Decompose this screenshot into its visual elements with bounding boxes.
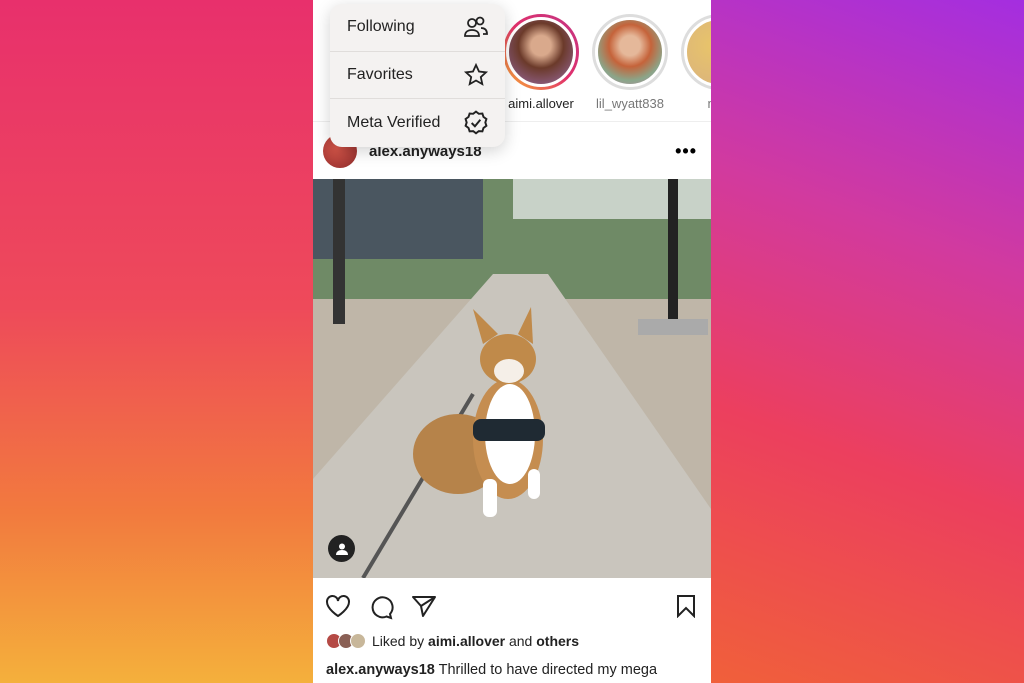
dog-photo-illustration bbox=[313, 179, 711, 578]
verified-badge-icon bbox=[464, 110, 488, 135]
star-icon bbox=[463, 62, 489, 86]
menu-item-following[interactable]: Following bbox=[330, 4, 505, 52]
like-heart-icon[interactable] bbox=[325, 594, 351, 618]
save-bookmark-icon[interactable] bbox=[675, 594, 697, 618]
feed-filter-menu: Following Favorites Meta Verified bbox=[330, 4, 505, 147]
avatar bbox=[684, 17, 711, 87]
avatar bbox=[595, 17, 665, 87]
story-lil-wyatt[interactable]: lil_wyatt838 bbox=[590, 14, 670, 111]
story-aimi[interactable]: aimi.allover bbox=[501, 14, 581, 111]
post-photo[interactable] bbox=[313, 179, 711, 578]
people-icon bbox=[464, 16, 488, 38]
post-caption: alex.anyways18 Thrilled to have directed… bbox=[326, 662, 658, 678]
likes-summary[interactable]: Liked by aimi.allover and others bbox=[326, 633, 579, 649]
more-options-icon[interactable]: ••• bbox=[675, 141, 697, 162]
menu-item-meta-verified[interactable]: Meta Verified bbox=[330, 99, 505, 147]
story-misl[interactable]: misl bbox=[679, 14, 711, 111]
avatar bbox=[506, 17, 576, 87]
comment-icon[interactable] bbox=[368, 594, 394, 620]
post-actions bbox=[325, 592, 697, 620]
menu-item-favorites[interactable]: Favorites bbox=[330, 52, 505, 100]
liker-avatars bbox=[326, 633, 366, 649]
instagram-feed: Following Favorites Meta Verified aimi.a… bbox=[313, 0, 711, 683]
background-gradient-right bbox=[711, 0, 1024, 683]
background-gradient-left bbox=[0, 0, 313, 683]
tagged-users-icon[interactable] bbox=[328, 535, 355, 562]
share-send-icon[interactable] bbox=[411, 594, 437, 618]
